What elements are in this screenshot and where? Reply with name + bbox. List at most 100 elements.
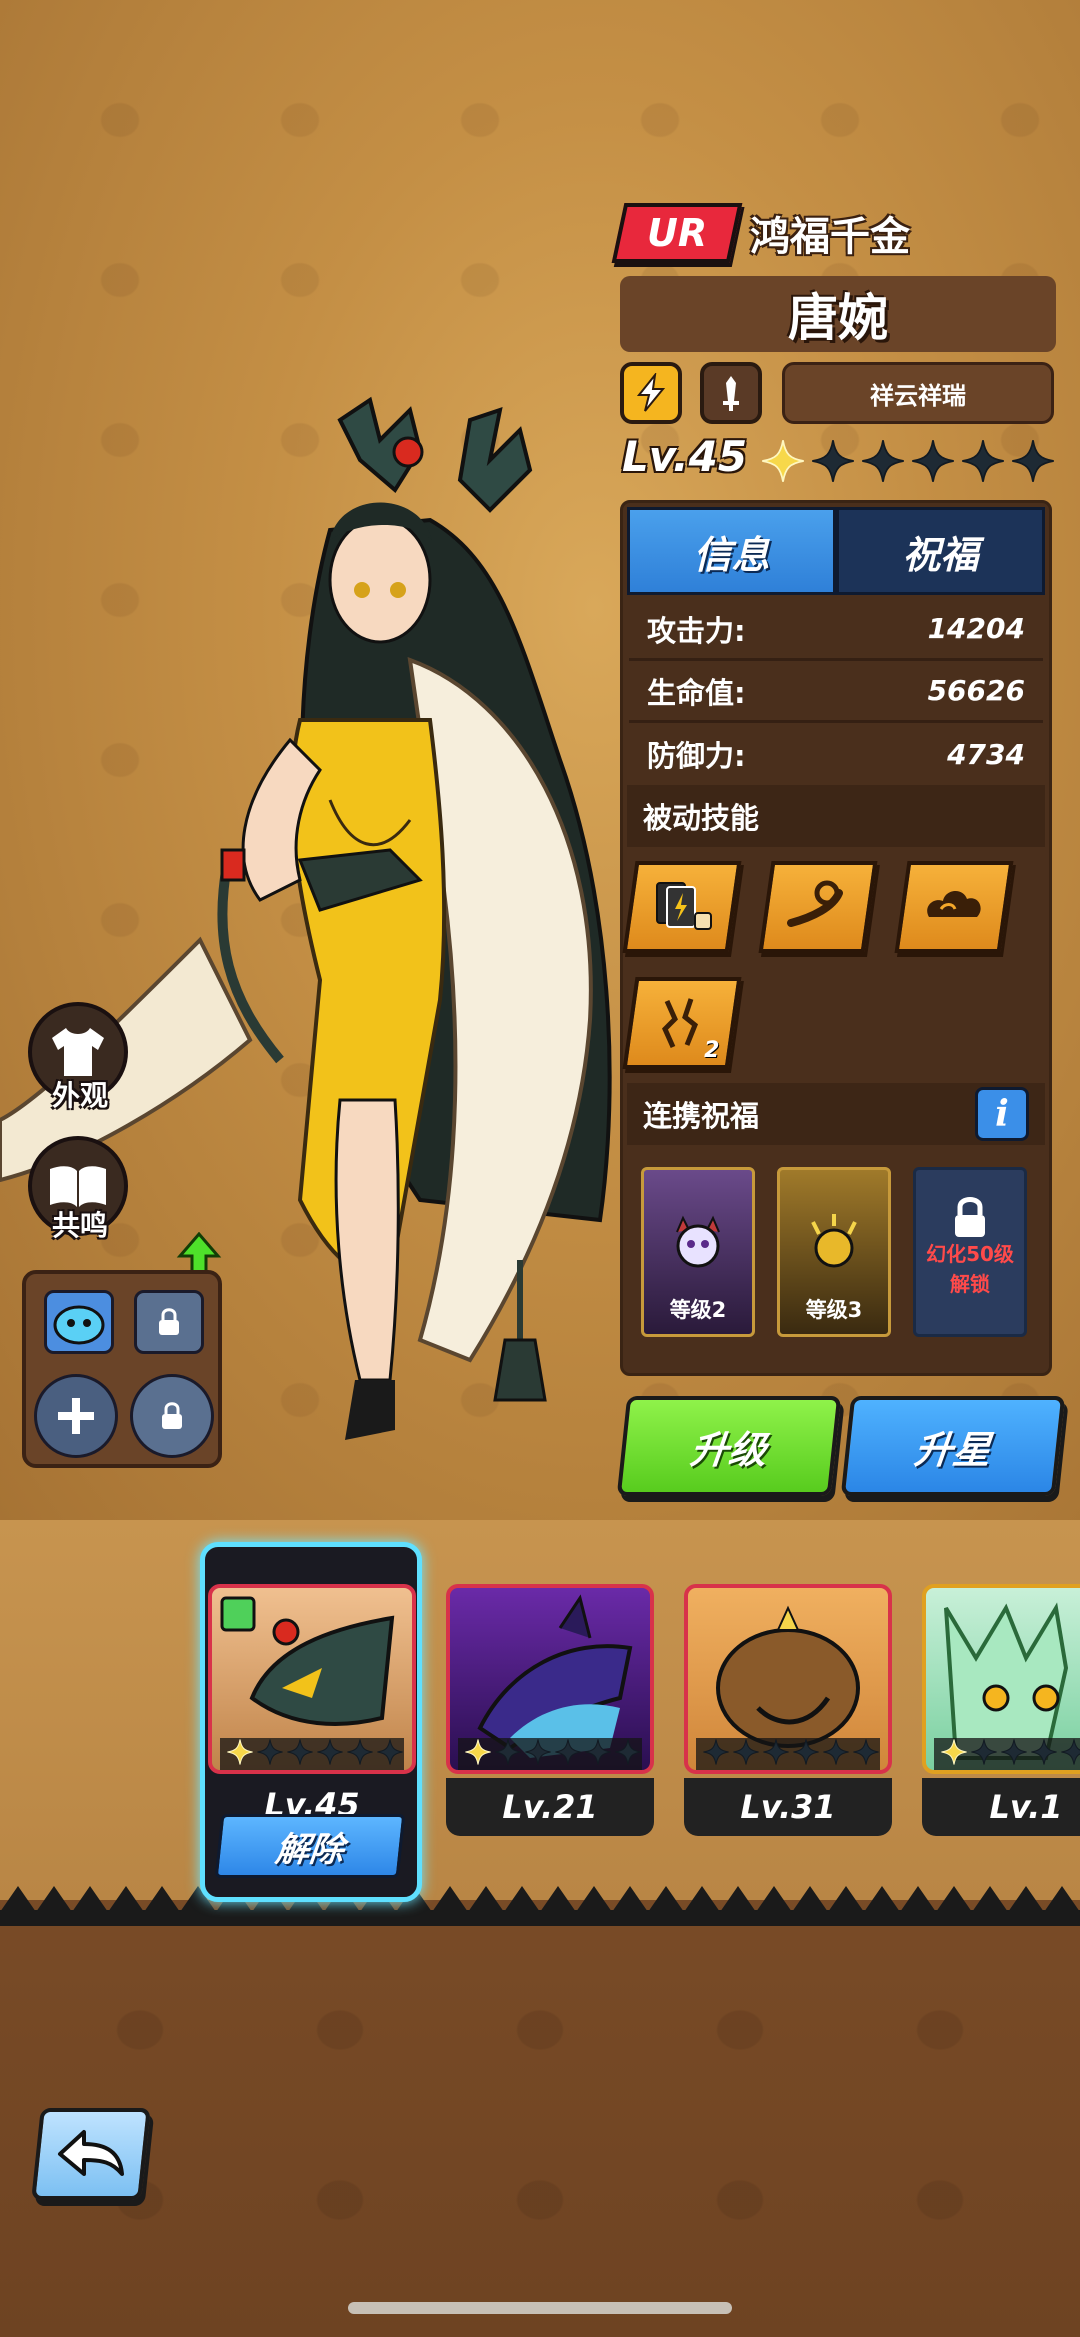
skill-crack[interactable]: 2 <box>622 977 742 1069</box>
lock-icon <box>162 1402 182 1429</box>
background-bottom-pattern <box>0 1925 1080 2337</box>
passive-skills-title: 被动技能 <box>643 801 760 835</box>
pet-slot-locked-1[interactable] <box>134 1290 204 1354</box>
sword-class-icon[interactable] <box>700 362 762 424</box>
rarity-row: UR 鸿福千金 <box>611 200 910 266</box>
star-empty-icon <box>316 1738 344 1770</box>
unlock-label: 解锁 <box>950 1272 990 1296</box>
shirt-icon <box>52 1028 104 1076</box>
hero-name: 唐婉 <box>788 289 888 347</box>
tab-blessing[interactable]: 祝福 <box>836 507 1045 595</box>
card-level: Lv.1 <box>922 1778 1080 1836</box>
bond-card-locked[interactable]: 幻化50级 解锁 <box>913 1167 1027 1337</box>
star-empty-icon <box>810 438 856 484</box>
star-empty-icon <box>1060 1738 1080 1770</box>
pet-slot-locked-2[interactable] <box>130 1374 214 1458</box>
skill-cards-dice[interactable] <box>622 861 742 953</box>
bond-card-demon[interactable]: 等级2 <box>641 1167 755 1337</box>
card-stars <box>934 1738 1080 1770</box>
stat-row-defense: 防御力: 4734 <box>629 723 1043 785</box>
passive-skills-header: 被动技能 <box>627 785 1045 847</box>
star-empty-icon <box>702 1738 730 1770</box>
cards-dice-icon <box>656 882 712 930</box>
star-empty-icon <box>910 438 956 484</box>
rarity-badge: UR <box>611 203 743 263</box>
demon-icon <box>676 1215 720 1268</box>
tab-info[interactable]: 信息 <box>627 507 836 595</box>
star-empty-icon <box>792 1738 820 1770</box>
bond-blessing-title: 连携祝福 <box>643 1099 760 1133</box>
bond-blessing-header: 连携祝福 i <box>627 1083 1045 1145</box>
stat-label: 攻击力: <box>647 613 746 648</box>
unlock-requirement-line: 幻化50级 <box>926 1242 1014 1266</box>
resonance-label: 共鸣 <box>51 1209 108 1242</box>
back-arrow-icon <box>58 2130 124 2176</box>
star-empty-icon <box>732 1738 760 1770</box>
spike-border <box>0 1886 1080 1926</box>
lock-icon <box>159 1308 179 1335</box>
hero-title: 鸿福千金 <box>750 214 910 260</box>
hero-card-3[interactable]: Lv.31 <box>684 1584 892 1858</box>
star-empty-icon <box>256 1738 284 1770</box>
rarity-text: UR <box>646 211 708 255</box>
star-empty-icon <box>494 1738 522 1770</box>
star-empty-icon <box>554 1738 582 1770</box>
stat-label: 防御力: <box>647 739 746 773</box>
card-level: Lv.21 <box>446 1778 654 1836</box>
star-empty-icon <box>762 1738 790 1770</box>
hero-card-2[interactable]: Lv.21 <box>446 1584 654 1858</box>
add-pet-button[interactable] <box>34 1374 118 1458</box>
home-indicator[interactable] <box>348 2302 732 2314</box>
stat-value: 56626 <box>927 674 1025 707</box>
appearance-label: 外观 <box>51 1079 108 1112</box>
bond-level: 等级2 <box>669 1298 727 1322</box>
star-empty-icon <box>376 1738 404 1770</box>
gold-lightning-icon <box>811 1214 857 1268</box>
star-empty-icon <box>286 1738 314 1770</box>
star-empty-icon <box>614 1738 642 1770</box>
hero-name-plate: 唐婉 <box>620 276 1056 352</box>
back-button[interactable] <box>31 2108 151 2200</box>
stat-value: 4734 <box>947 737 1025 771</box>
hero-level: Lv.45 <box>622 432 748 481</box>
plus-icon <box>58 1398 94 1434</box>
info-button[interactable]: i <box>975 1087 1029 1141</box>
star-empty-icon <box>524 1738 552 1770</box>
lock-icon <box>955 1197 985 1237</box>
skill-badge: 2 <box>703 1038 720 1063</box>
hero-card-4[interactable]: Lv.1 <box>922 1584 1080 1858</box>
lightning-element-icon[interactable] <box>620 362 682 424</box>
star-empty-icon <box>1030 1738 1058 1770</box>
star-filled-icon <box>226 1738 254 1770</box>
dragon-mask-icon <box>220 1596 395 1726</box>
card-stars <box>458 1738 642 1770</box>
bond-cards: 等级2 等级3 幻化50级 解锁 <box>623 1145 1049 1359</box>
release-button[interactable]: 解除 <box>214 1814 406 1878</box>
unlock-requirement: 幻化50级 解锁 <box>926 1239 1014 1299</box>
bond-level: 等级3 <box>805 1298 863 1322</box>
wind-swirl-icon <box>787 880 843 927</box>
stat-label: 生命值: <box>647 675 746 710</box>
star-empty-icon <box>860 438 906 484</box>
star-empty-icon <box>1000 1738 1028 1770</box>
bond-card-gold[interactable]: 等级3 <box>777 1167 891 1337</box>
skill-cloud[interactable] <box>894 861 1014 953</box>
set-name-button[interactable]: 祥云祥瑞 <box>782 362 1054 424</box>
tab-bar: 信息 祝福 <box>627 507 1045 595</box>
star-empty-icon <box>852 1738 880 1770</box>
star-filled-icon <box>940 1738 968 1770</box>
pet-slots-panel <box>22 1270 222 1468</box>
hero-portrait <box>684 1584 892 1774</box>
stat-row-hp: 生命值: 56626 <box>629 661 1043 723</box>
star-filled-icon <box>760 438 806 484</box>
star-empty-icon <box>346 1738 374 1770</box>
hero-portrait <box>922 1584 1080 1774</box>
pet-slot-1[interactable] <box>44 1290 114 1354</box>
upgrade-button[interactable]: 升级 <box>616 1396 842 1496</box>
star-empty-icon <box>960 438 1006 484</box>
cloud-icon <box>927 890 981 917</box>
skill-wind-swirl[interactable] <box>758 861 878 953</box>
card-stars <box>220 1738 404 1770</box>
hero-portrait <box>208 1584 416 1774</box>
star-up-button[interactable]: 升星 <box>840 1396 1066 1496</box>
